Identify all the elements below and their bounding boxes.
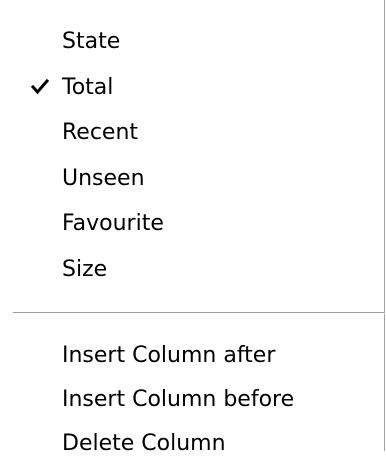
menu-item-label: Total	[62, 74, 114, 100]
menu-item-insert-column-before[interactable]: Insert Column before	[0, 378, 384, 422]
column-visibility-group: State Total Recent Unseen Favourite Size	[0, 0, 384, 292]
menu-item-size[interactable]: Size	[0, 247, 384, 293]
menu-item-insert-column-after[interactable]: Insert Column after	[0, 334, 384, 378]
menu-item-label: Size	[62, 256, 108, 282]
column-actions-group: Insert Column after Insert Column before…	[0, 334, 384, 466]
menu-item-recent[interactable]: Recent	[0, 110, 384, 156]
menu-item-label: Favourite	[62, 211, 164, 236]
menu-separator	[13, 312, 385, 314]
menu-item-delete-column[interactable]: Delete Column	[0, 422, 384, 466]
column-context-menu: State Total Recent Unseen Favourite Size…	[0, 0, 385, 456]
menu-item-favourite[interactable]: Favourite	[0, 201, 384, 247]
menu-item-label: State	[62, 29, 121, 54]
menu-item-state[interactable]: State	[0, 19, 384, 65]
menu-item-label: Delete Column	[62, 431, 226, 456]
menu-item-total[interactable]: Total	[0, 65, 384, 111]
menu-item-label: Insert Column after	[62, 343, 276, 368]
menu-item-label: Unseen	[62, 165, 145, 191]
check-icon	[28, 65, 52, 111]
menu-item-unseen[interactable]: Unseen	[0, 156, 384, 202]
menu-item-label: Insert Column before	[62, 387, 295, 412]
menu-item-label: Recent	[62, 120, 139, 145]
